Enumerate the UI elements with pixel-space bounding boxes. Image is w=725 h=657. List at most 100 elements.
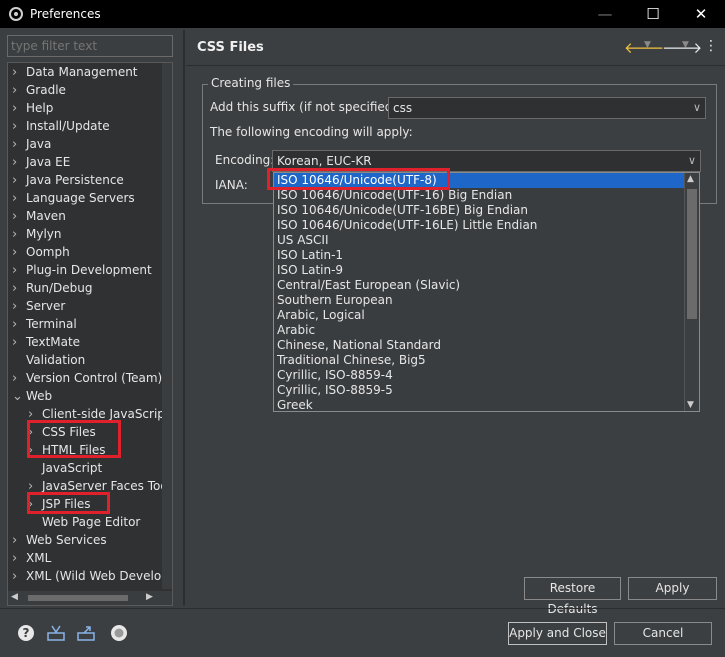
chevron-right-icon[interactable]: › — [12, 370, 26, 388]
record-icon[interactable] — [109, 623, 129, 643]
chevron-right-icon[interactable]: › — [12, 208, 26, 226]
tree-item[interactable]: › Run/Debug — [12, 279, 93, 297]
encoding-dropdown-list[interactable]: ISO 10646/Unicode(UTF-8) ISO 10646/Unicod… — [273, 172, 700, 412]
chevron-right-icon[interactable]: › — [12, 316, 26, 334]
scroll-left-icon[interactable]: ◀ — [11, 592, 18, 602]
tree-item[interactable]: › Java EE — [12, 153, 70, 171]
chevron-down-icon[interactable]: ⌄ — [12, 388, 26, 406]
chevron-down-icon: ∨ — [692, 101, 701, 114]
apply-and-close-button[interactable]: Apply and Close — [508, 622, 607, 645]
tree-item[interactable]: › Mylyn — [12, 225, 62, 243]
chevron-right-icon[interactable]: › — [12, 280, 26, 298]
chevron-right-icon[interactable]: › — [12, 244, 26, 262]
encoding-option[interactable]: Traditional Chinese, Big5 — [274, 353, 699, 368]
back-menu-chevron-icon[interactable]: ▼ — [644, 40, 651, 50]
filter-input[interactable] — [7, 35, 173, 57]
chevron-right-icon[interactable]: › — [12, 118, 26, 136]
maximize-button[interactable]: ☐ — [629, 0, 677, 28]
forward-menu-chevron-icon[interactable]: ▼ — [682, 40, 689, 50]
tree-item[interactable]: › Oomph — [12, 243, 70, 261]
tree-item[interactable]: › Gradle — [12, 81, 66, 99]
encoding-option[interactable]: Cyrillic, ISO-8859-4 — [274, 368, 699, 383]
chevron-right-icon[interactable]: › — [12, 64, 26, 82]
tree-item-label: JavaServer Faces Tools — [42, 479, 173, 493]
tree-item[interactable]: › TextMate — [12, 333, 80, 351]
chevron-right-icon[interactable]: › — [12, 226, 26, 244]
chevron-right-icon[interactable]: › — [12, 190, 26, 208]
tree-item[interactable]: › Install/Update — [12, 117, 110, 135]
scroll-up-icon[interactable]: ▲ — [687, 174, 694, 184]
help-icon[interactable]: ? — [16, 623, 36, 643]
chevron-right-icon[interactable]: › — [12, 154, 26, 172]
tree-item[interactable]: › Terminal — [12, 315, 77, 333]
tree-item[interactable]: › Language Servers — [12, 189, 135, 207]
encoding-option[interactable]: US ASCII — [274, 233, 699, 248]
tree-item-label: Plug-in Development — [26, 263, 152, 277]
chevron-right-icon[interactable]: › — [12, 172, 26, 190]
suffix-label: Add this suffix (if not specified): — [210, 100, 402, 114]
chevron-right-icon[interactable]: › — [12, 532, 26, 550]
encoding-option[interactable]: ISO Latin-1 — [274, 248, 699, 263]
tree-vertical-scrollbar[interactable] — [162, 63, 172, 589]
tree-item[interactable]: › XML (Wild Web Developer) — [12, 567, 173, 586]
page-header: CSS Files 🡐 ▼ 🡒 ▼ ⋮ — [186, 30, 725, 66]
export-icon[interactable] — [76, 623, 96, 643]
restore-defaults-button[interactable]: Restore Defaults — [524, 577, 621, 616]
tree-item-label: Maven — [26, 209, 66, 223]
encoding-option[interactable]: Greek — [274, 398, 699, 411]
cancel-button[interactable]: Cancel — [614, 622, 712, 645]
encoding-option[interactable]: Southern European — [274, 293, 699, 308]
suffix-select[interactable]: css ∨ — [388, 97, 706, 119]
scroll-thumb[interactable] — [28, 595, 128, 601]
encoding-option[interactable]: Arabic, Logical — [274, 308, 699, 323]
encoding-option[interactable]: Central/East European (Slavic) — [274, 278, 699, 293]
tree-item-label: Language Servers — [26, 191, 135, 205]
dropdown-scrollbar[interactable]: ▲ ▼ — [684, 173, 699, 411]
chevron-right-icon[interactable]: › — [12, 136, 26, 154]
chevron-right-icon[interactable]: › — [12, 334, 26, 352]
apply-button[interactable]: Apply — [628, 577, 717, 600]
import-icon[interactable] — [46, 623, 66, 643]
encoding-option[interactable]: Cyrillic, ISO-8859-5 — [274, 383, 699, 398]
encoding-option[interactable]: ISO 10646/Unicode(UTF-16) Big Endian — [274, 188, 699, 203]
tree-item[interactable]: › Java Persistence — [12, 171, 124, 189]
chevron-right-icon[interactable]: › — [12, 298, 26, 316]
tree-item-label: Terminal — [26, 317, 77, 331]
tree-item[interactable]: › Help — [12, 99, 53, 117]
dropdown-scroll-thumb[interactable] — [687, 189, 697, 319]
preference-tree[interactable]: › Data Management › Gradle › Help › Install/Upd… — [7, 62, 173, 606]
tree-item[interactable]: JavaScript — [28, 459, 102, 477]
chevron-right-icon[interactable]: › — [12, 568, 26, 586]
chevron-right-icon[interactable]: › — [12, 550, 26, 568]
encoding-option[interactable]: ISO 10646/Unicode(UTF-16LE) Little Endia… — [274, 218, 699, 233]
encoding-option[interactable]: ISO 10646/Unicode(UTF-16BE) Big Endian — [274, 203, 699, 218]
encoding-option[interactable]: Chinese, National Standard — [274, 338, 699, 353]
chevron-right-icon[interactable]: › — [12, 82, 26, 100]
tree-item-label: Data Management — [26, 65, 138, 79]
minimize-button[interactable]: — — [581, 0, 629, 28]
close-button[interactable]: ✕ — [677, 0, 725, 28]
tree-item[interactable]: › Data Management — [12, 63, 138, 81]
tree-item[interactable]: › Plug-in Development — [12, 261, 152, 279]
chevron-right-icon[interactable]: › — [12, 262, 26, 280]
tree-item-label: Java — [26, 137, 52, 151]
tree-item[interactable]: › Version Control (Team) — [12, 369, 162, 387]
tree-item[interactable]: Web Page Editor — [28, 513, 140, 531]
encoding-option[interactable]: ISO Latin-9 — [274, 263, 699, 278]
panel-divider[interactable] — [183, 30, 185, 605]
tree-item[interactable]: › Maven — [12, 207, 66, 225]
tree-item-label: XML (Wild Web Developer) — [26, 569, 173, 583]
scroll-right-icon[interactable]: ▶ — [146, 592, 153, 602]
view-menu-icon[interactable]: ⋮ — [704, 38, 718, 54]
tree-item[interactable]: ⌄ Web — [12, 387, 52, 405]
tree-item[interactable]: › Web Services — [12, 531, 107, 549]
tree-horizontal-scrollbar[interactable]: ◀ ▶ — [8, 591, 172, 605]
tree-item-label: Run/Debug — [26, 281, 93, 295]
tree-item[interactable]: › Server — [12, 297, 65, 315]
tree-item[interactable]: Validation — [12, 351, 85, 369]
tree-item[interactable]: › Java — [12, 135, 51, 153]
chevron-right-icon[interactable]: › — [12, 100, 26, 118]
scroll-down-icon[interactable]: ▼ — [687, 400, 694, 410]
tree-item[interactable]: › XML — [12, 549, 51, 567]
encoding-option[interactable]: Arabic — [274, 323, 699, 338]
